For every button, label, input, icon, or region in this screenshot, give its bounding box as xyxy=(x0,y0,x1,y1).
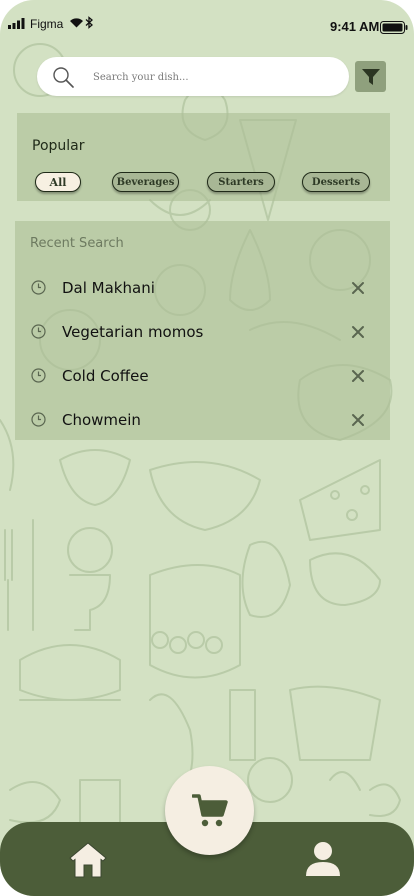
close-icon[interactable] xyxy=(351,369,365,383)
clock-icon xyxy=(31,324,46,339)
bluetooth-icon xyxy=(85,16,93,29)
cart-icon xyxy=(191,793,228,826)
search-icon xyxy=(53,67,74,88)
recent-search-section: Recent Search Dal Makhani Vegetarian mom… xyxy=(15,221,390,440)
clock-time: 9:41 AM xyxy=(330,19,380,34)
chip-desserts[interactable]: Desserts xyxy=(302,172,370,192)
recent-item[interactable]: Dal Makhani xyxy=(15,273,390,303)
recent-item-label: Cold Coffee xyxy=(62,367,149,385)
recent-search-title: Recent Search xyxy=(30,236,124,251)
nav-profile-button[interactable] xyxy=(304,840,342,882)
chip-all[interactable]: All xyxy=(35,172,81,192)
status-bar: Figma 9:41 AM xyxy=(0,0,414,48)
signal-icon xyxy=(8,18,25,29)
close-icon[interactable] xyxy=(351,325,365,339)
recent-item-label: Dal Makhani xyxy=(62,279,155,297)
clock-icon xyxy=(31,412,46,427)
recent-item-label: Vegetarian momos xyxy=(62,323,204,341)
recent-item-label: Chowmein xyxy=(62,411,141,429)
close-icon[interactable] xyxy=(351,413,365,427)
filter-icon xyxy=(361,68,380,85)
clock-icon xyxy=(31,280,46,295)
search-bar xyxy=(37,57,349,96)
popular-title: Popular xyxy=(32,138,85,154)
user-icon xyxy=(306,842,340,876)
app-screen: Figma 9:41 AM Popular All Beverages Star… xyxy=(0,0,414,896)
filter-button[interactable] xyxy=(355,61,386,92)
home-icon xyxy=(69,842,107,878)
recent-item[interactable]: Cold Coffee xyxy=(15,361,390,391)
popular-section: Popular All Beverages Starters Desserts xyxy=(17,113,390,201)
battery-icon xyxy=(380,21,408,34)
clock-icon xyxy=(31,368,46,383)
recent-item[interactable]: Vegetarian momos xyxy=(15,317,390,347)
nav-home-button[interactable] xyxy=(68,841,108,883)
search-input[interactable] xyxy=(91,67,335,87)
wifi-icon xyxy=(70,18,83,28)
chip-starters[interactable]: Starters xyxy=(207,172,275,192)
close-icon[interactable] xyxy=(351,281,365,295)
recent-item[interactable]: Chowmein xyxy=(15,405,390,435)
cart-button[interactable] xyxy=(165,766,254,855)
chip-beverages[interactable]: Beverages xyxy=(112,172,179,192)
carrier-label: Figma xyxy=(30,17,64,31)
